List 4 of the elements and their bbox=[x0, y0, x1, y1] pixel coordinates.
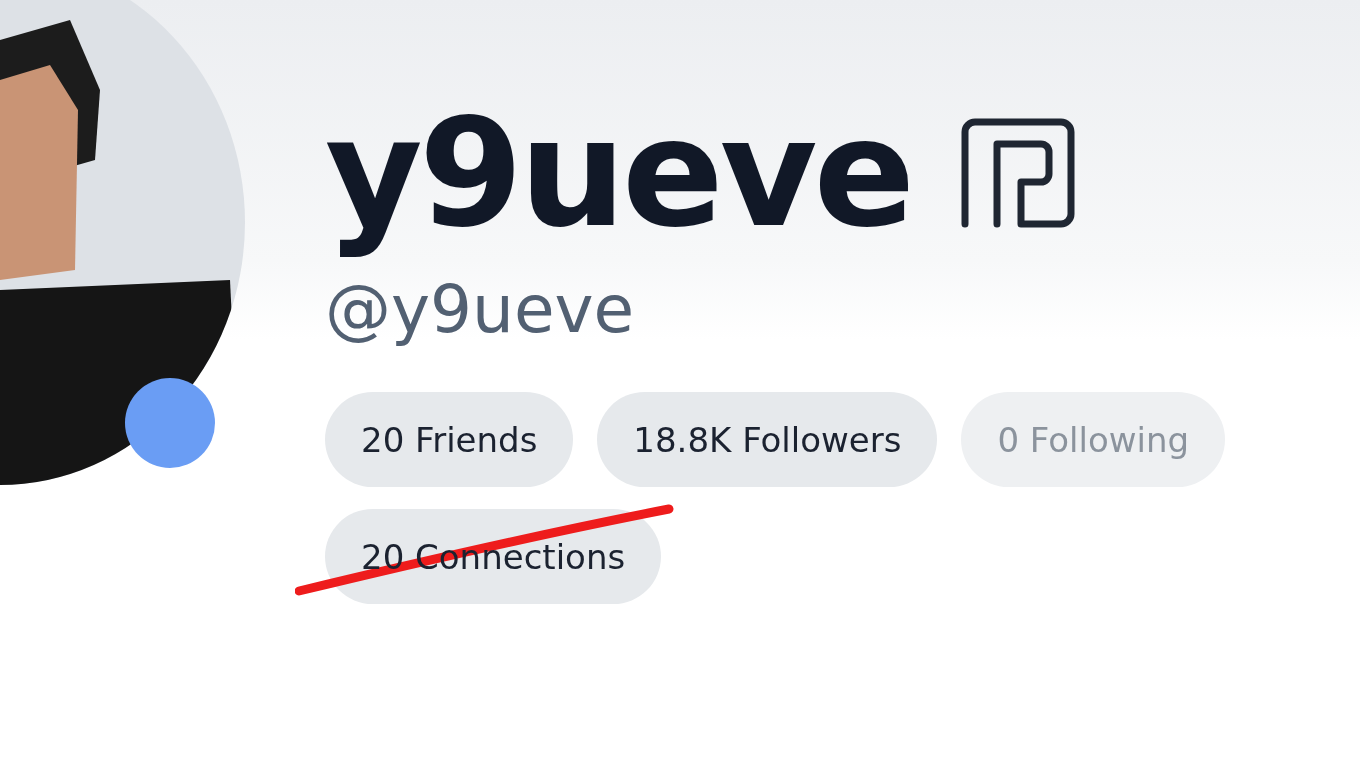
stat-button[interactable]: 20 Friends bbox=[325, 392, 574, 487]
display-name: y9ueve bbox=[325, 88, 912, 258]
username-handle: @y9ueve bbox=[325, 270, 636, 350]
stat-button[interactable]: 18.8K Followers bbox=[597, 392, 938, 487]
